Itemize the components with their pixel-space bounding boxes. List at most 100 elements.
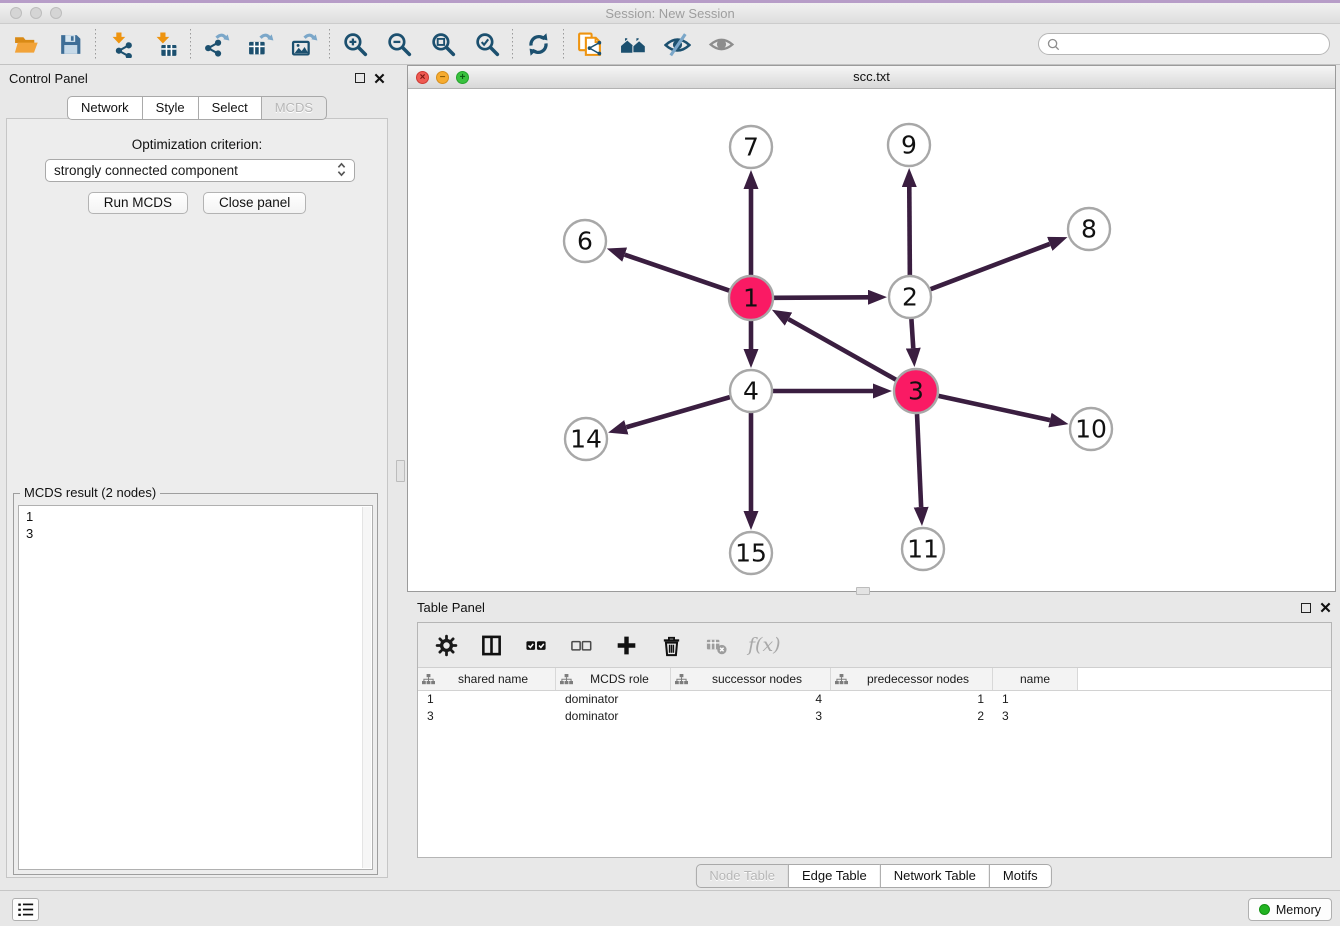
column-header-name[interactable]: name	[993, 668, 1078, 690]
refresh-view-button[interactable]	[522, 28, 554, 60]
column-header-shared-name[interactable]: shared name	[418, 668, 556, 690]
export-table-button[interactable]	[244, 28, 276, 60]
tab-network-table[interactable]: Network Table	[880, 864, 990, 888]
graph-node-label-4: 4	[743, 377, 759, 406]
select-all-icon	[525, 634, 548, 657]
graph-edge-1-2[interactable]	[774, 297, 868, 298]
tab-node-table[interactable]: Node Table	[695, 864, 789, 888]
cell-shared-name[interactable]: 1	[418, 691, 556, 708]
column-header-label: predecessor nodes	[848, 672, 988, 686]
cell-name[interactable]: 1	[993, 691, 1078, 708]
zoom-selected-icon	[474, 31, 501, 58]
refresh-view-icon	[525, 31, 552, 58]
tab-network[interactable]: Network	[67, 96, 143, 120]
graph-edge-2-8[interactable]	[931, 244, 1050, 289]
import-network-button[interactable]	[105, 28, 137, 60]
memory-label: Memory	[1276, 903, 1321, 917]
close-panel-icon[interactable]	[374, 73, 385, 84]
graph-edge-3-1[interactable]	[788, 319, 896, 380]
add-column-button[interactable]	[613, 632, 639, 658]
cell-successor-nodes[interactable]: 4	[671, 691, 831, 708]
table-row[interactable]: 1dominator411	[418, 691, 1331, 708]
table-panel: Table Panel f(x) shared nameMCDS rolesuc…	[407, 595, 1340, 890]
column-header-label: shared name	[435, 672, 551, 686]
cell-MCDS-role[interactable]: dominator	[556, 708, 671, 725]
delete-table-icon	[705, 634, 728, 657]
network-frame-titlebar[interactable]: × − + scc.txt	[408, 66, 1335, 89]
zoom-out-button[interactable]	[383, 28, 415, 60]
graph-node-label-3: 3	[908, 377, 924, 406]
zoom-out-icon	[386, 31, 413, 58]
float-table-panel-icon[interactable]	[1301, 603, 1311, 613]
export-image-icon	[291, 31, 318, 58]
cell-successor-nodes[interactable]: 3	[671, 708, 831, 725]
delete-column-button[interactable]	[658, 632, 684, 658]
run-mcds-button[interactable]: Run MCDS	[88, 192, 188, 214]
tab-select[interactable]: Select	[198, 96, 262, 120]
column-header-successor-nodes[interactable]: successor nodes	[671, 668, 831, 690]
column-header-label: name	[997, 672, 1073, 686]
table-row[interactable]: 3dominator323	[418, 708, 1331, 725]
graph-edge-4-14[interactable]	[626, 397, 730, 427]
column-header-predecessor-nodes[interactable]: predecessor nodes	[831, 668, 993, 690]
zoom-fit-button[interactable]	[427, 28, 459, 60]
graph-node-label-6: 6	[577, 227, 593, 256]
network-canvas[interactable]: 7968124314101511	[408, 89, 1335, 591]
toolbar-separator	[95, 29, 96, 59]
zoom-in-button[interactable]	[339, 28, 371, 60]
graph-edge-2-3[interactable]	[911, 319, 913, 348]
vertical-split-grip[interactable]	[396, 460, 405, 482]
search-icon	[1047, 38, 1060, 51]
memory-button[interactable]: Memory	[1248, 898, 1332, 921]
close-panel-button[interactable]: Close panel	[203, 192, 306, 214]
graph-edge-3-11[interactable]	[917, 414, 921, 507]
tab-edge-table[interactable]: Edge Table	[788, 864, 881, 888]
task-history-button[interactable]	[12, 898, 39, 921]
tab-mcds[interactable]: MCDS	[261, 96, 327, 120]
show-panel-eye-button[interactable]	[705, 28, 737, 60]
search-input[interactable]	[1065, 37, 1321, 51]
tab-motifs[interactable]: Motifs	[989, 864, 1052, 888]
toolbar-separator	[563, 29, 564, 59]
export-image-button[interactable]	[288, 28, 320, 60]
zoom-selected-button[interactable]	[471, 28, 503, 60]
unselect-all-button[interactable]	[568, 632, 594, 658]
column-settings-button[interactable]	[433, 632, 459, 658]
tab-style[interactable]: Style	[142, 96, 199, 120]
cell-shared-name[interactable]: 3	[418, 708, 556, 725]
mcds-result-list[interactable]: 13	[18, 505, 373, 870]
column-tree-icon	[422, 674, 435, 685]
cell-MCDS-role[interactable]: dominator	[556, 691, 671, 708]
result-scrollbar[interactable]	[362, 507, 371, 868]
export-network-button[interactable]	[200, 28, 232, 60]
mcds-result-title: MCDS result (2 nodes)	[20, 485, 160, 500]
horizontal-split-grip[interactable]	[856, 587, 870, 595]
column-header-MCDS-role[interactable]: MCDS role	[556, 668, 671, 690]
column-browser-button[interactable]	[478, 632, 504, 658]
graph-node-label-8: 8	[1081, 215, 1097, 244]
save-session-button[interactable]	[54, 28, 86, 60]
zoom-fit-icon	[430, 31, 457, 58]
graph-edge-1-6[interactable]	[625, 255, 730, 291]
criterion-selected-value: strongly connected component	[54, 163, 238, 178]
open-session-button[interactable]	[10, 28, 42, 60]
criterion-select[interactable]: strongly connected component	[45, 159, 355, 182]
select-all-button[interactable]	[523, 632, 549, 658]
hide-panel-eye-button[interactable]	[661, 28, 693, 60]
cell-name[interactable]: 3	[993, 708, 1078, 725]
cell-predecessor-nodes[interactable]: 2	[831, 708, 993, 725]
graph-edge-3-10[interactable]	[938, 396, 1049, 420]
search-field[interactable]	[1038, 33, 1330, 55]
float-panel-icon[interactable]	[355, 73, 365, 83]
mcds-result-line: 1	[26, 508, 365, 525]
list-icon	[16, 901, 35, 918]
graph-node-label-15: 15	[735, 539, 767, 568]
table-header-row: shared name MCDS rolesuccessor nodes prede…	[418, 668, 1331, 691]
neighborhood-homes-button[interactable]	[617, 28, 649, 60]
import-table-button[interactable]	[149, 28, 181, 60]
cell-predecessor-nodes[interactable]: 1	[831, 691, 993, 708]
close-table-panel-icon[interactable]	[1320, 602, 1331, 613]
clone-network-button[interactable]	[573, 28, 605, 60]
graph-edge-2-9[interactable]	[909, 187, 910, 275]
table-toolbar: f(x)	[418, 623, 1331, 668]
